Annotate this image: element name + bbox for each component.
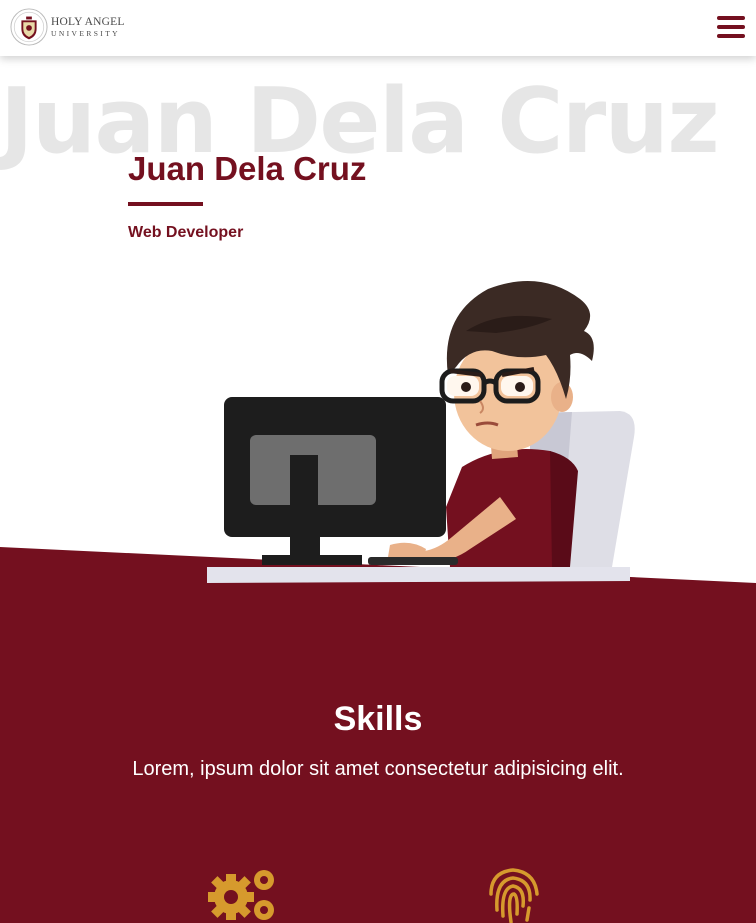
skills-description: Lorem, ipsum dolor sit amet consectetur … xyxy=(132,758,624,780)
hero-underline xyxy=(128,202,203,206)
hamburger-bar xyxy=(717,34,745,38)
hamburger-menu-button[interactable] xyxy=(717,13,745,41)
logo-line2: UNIVERSITY xyxy=(51,29,120,38)
navbar: HOLY ANGEL UNIVERSITY xyxy=(0,0,756,56)
logo-line1: HOLY ANGEL xyxy=(51,15,125,28)
logo-text: HOLY ANGEL UNIVERSITY xyxy=(51,15,125,38)
fingerprint-icon xyxy=(489,868,539,923)
developer-at-computer-illustration xyxy=(207,281,635,583)
university-seal-icon xyxy=(10,8,48,46)
hero-role: Web Developer xyxy=(128,224,244,241)
gears-icon xyxy=(208,870,274,920)
logo[interactable]: HOLY ANGEL UNIVERSITY xyxy=(10,8,125,46)
skills-title: Skills xyxy=(333,700,423,738)
hamburger-bar xyxy=(717,16,745,20)
hero-name: Juan Dela Cruz xyxy=(128,150,367,187)
hamburger-bar xyxy=(717,25,745,29)
